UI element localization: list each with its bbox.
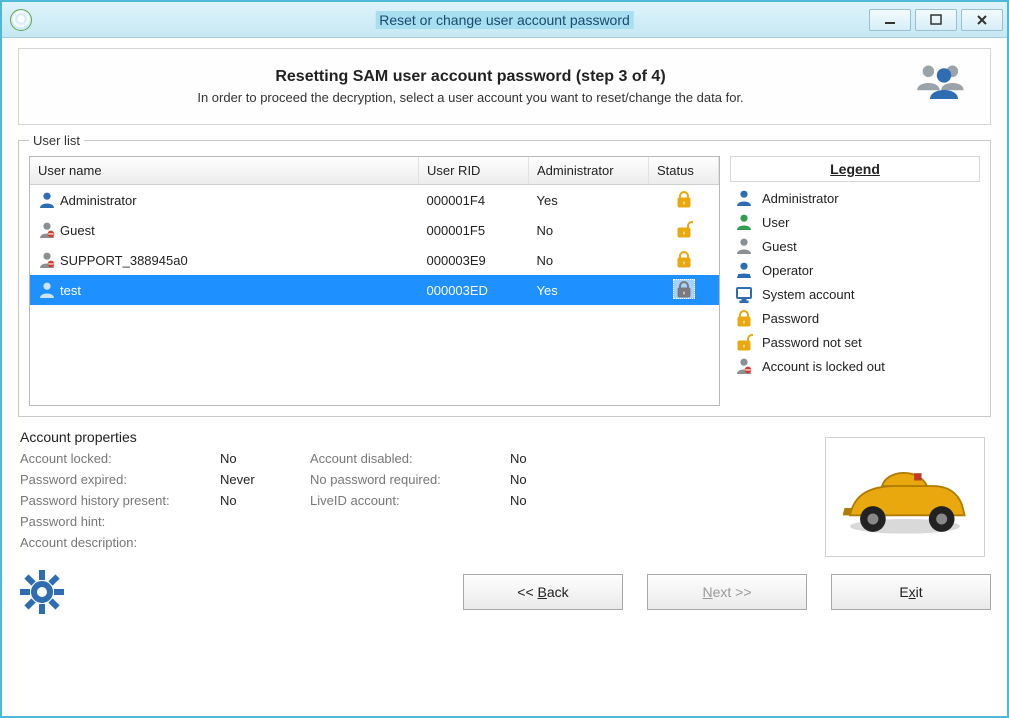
value-account-locked: No: [220, 451, 310, 466]
legend-title: Legend: [730, 156, 980, 182]
table-row[interactable]: Guest 000001F5No: [30, 215, 719, 245]
cell-rid: 000003ED: [419, 275, 529, 305]
account-properties: Account properties Account locked: No Ac…: [18, 425, 991, 552]
label-password-expired: Password expired:: [20, 472, 220, 487]
legend-item: Guest: [730, 234, 980, 258]
legend-item: System account: [730, 282, 980, 306]
lock-icon: [673, 219, 695, 239]
col-status[interactable]: Status: [649, 157, 719, 185]
table-row[interactable]: test 000003EDYes: [30, 275, 719, 305]
legend-label: Password: [762, 311, 819, 326]
content-area: Resetting SAM user account password (ste…: [2, 38, 1007, 716]
label-password-hint: Password hint:: [20, 514, 600, 529]
legend-label: Administrator: [762, 191, 839, 206]
col-rid[interactable]: User RID: [419, 157, 529, 185]
value-account-disabled: No: [510, 451, 600, 466]
col-admin[interactable]: Administrator: [529, 157, 649, 185]
label-account-disabled: Account disabled:: [310, 451, 510, 466]
exit-button[interactable]: Exit: [831, 574, 991, 610]
cell-admin: Yes: [529, 185, 649, 216]
cell-admin: Yes: [529, 275, 649, 305]
minimize-button[interactable]: [869, 9, 911, 31]
cell-username: test: [60, 283, 81, 298]
step-header: Resetting SAM user account password (ste…: [18, 48, 991, 125]
cell-admin: No: [529, 245, 649, 275]
legend-item: Password: [730, 306, 980, 330]
legend-icon: [734, 189, 754, 207]
legend-label: User: [762, 215, 789, 230]
legend-icon: [734, 285, 754, 303]
legend-label: Password not set: [762, 335, 862, 350]
value-liveid: No: [510, 493, 600, 508]
legend-icon: [734, 213, 754, 231]
close-button[interactable]: [961, 9, 1003, 31]
user-type-icon: [38, 281, 56, 299]
next-button[interactable]: Next >>: [647, 574, 807, 610]
account-avatar: [825, 437, 985, 557]
lock-icon: [673, 279, 695, 299]
step-description: In order to proceed the decryption, sele…: [33, 90, 908, 105]
footer-bar: << Back Next >> Exit: [18, 560, 991, 616]
value-nopass-required: No: [510, 472, 600, 487]
back-button[interactable]: << Back: [463, 574, 623, 610]
window-title: Reset or change user account password: [375, 11, 634, 29]
cell-rid: 000001F5: [419, 215, 529, 245]
table-row[interactable]: SUPPORT_388945a0 000003E9No: [30, 245, 719, 275]
settings-gear-icon[interactable]: [18, 568, 66, 616]
legend-icon: [734, 333, 754, 351]
lock-icon: [673, 189, 695, 209]
cell-rid: 000003E9: [419, 245, 529, 275]
legend-item: Operator: [730, 258, 980, 282]
col-username[interactable]: User name: [30, 157, 419, 185]
label-nopass-required: No password required:: [310, 472, 510, 487]
car-icon: [830, 442, 980, 552]
cell-admin: No: [529, 215, 649, 245]
legend-icon: [734, 309, 754, 327]
legend-icon: [734, 357, 754, 375]
step-title: Resetting SAM user account password (ste…: [33, 68, 908, 86]
legend-label: Guest: [762, 239, 797, 254]
user-list-legend: User list: [29, 133, 84, 148]
legend-icon: [734, 237, 754, 255]
window-controls: [869, 9, 1007, 31]
legend-label: Account is locked out: [762, 359, 885, 374]
user-type-icon: [38, 221, 56, 239]
label-account-locked: Account locked:: [20, 451, 220, 466]
legend-label: System account: [762, 287, 855, 302]
legend-icon: [734, 261, 754, 279]
legend-panel: Legend Administrator User Guest Operator Sys…: [730, 156, 980, 406]
label-password-history: Password history present:: [20, 493, 220, 508]
value-password-history: No: [220, 493, 310, 508]
user-table[interactable]: User name User RID Administrator Status …: [29, 156, 720, 406]
legend-label: Operator: [762, 263, 813, 278]
maximize-button[interactable]: [915, 9, 957, 31]
cell-username: Administrator: [60, 193, 137, 208]
label-account-description: Account description:: [20, 535, 600, 550]
maximize-icon: [929, 13, 943, 27]
title-bar: Reset or change user account password: [2, 2, 1007, 38]
app-icon: [10, 9, 32, 31]
legend-item: User: [730, 210, 980, 234]
app-window: Reset or change user account password Re…: [0, 0, 1009, 718]
value-password-expired: Never: [220, 472, 310, 487]
minimize-icon: [883, 13, 897, 27]
cell-rid: 000001F4: [419, 185, 529, 216]
lock-icon: [673, 249, 695, 269]
user-type-icon: [38, 251, 56, 269]
legend-item: Password not set: [730, 330, 980, 354]
close-icon: [975, 13, 989, 27]
cell-username: SUPPORT_388945a0: [60, 253, 188, 268]
legend-item: Account is locked out: [730, 354, 980, 378]
cell-username: Guest: [60, 223, 95, 238]
user-list-group: User list User name User RID Administrat…: [18, 133, 991, 417]
user-type-icon: [38, 191, 56, 209]
users-icon: [908, 59, 976, 114]
label-liveid: LiveID account:: [310, 493, 510, 508]
legend-item: Administrator: [730, 186, 980, 210]
table-row[interactable]: Administrator 000001F4Yes: [30, 185, 719, 216]
